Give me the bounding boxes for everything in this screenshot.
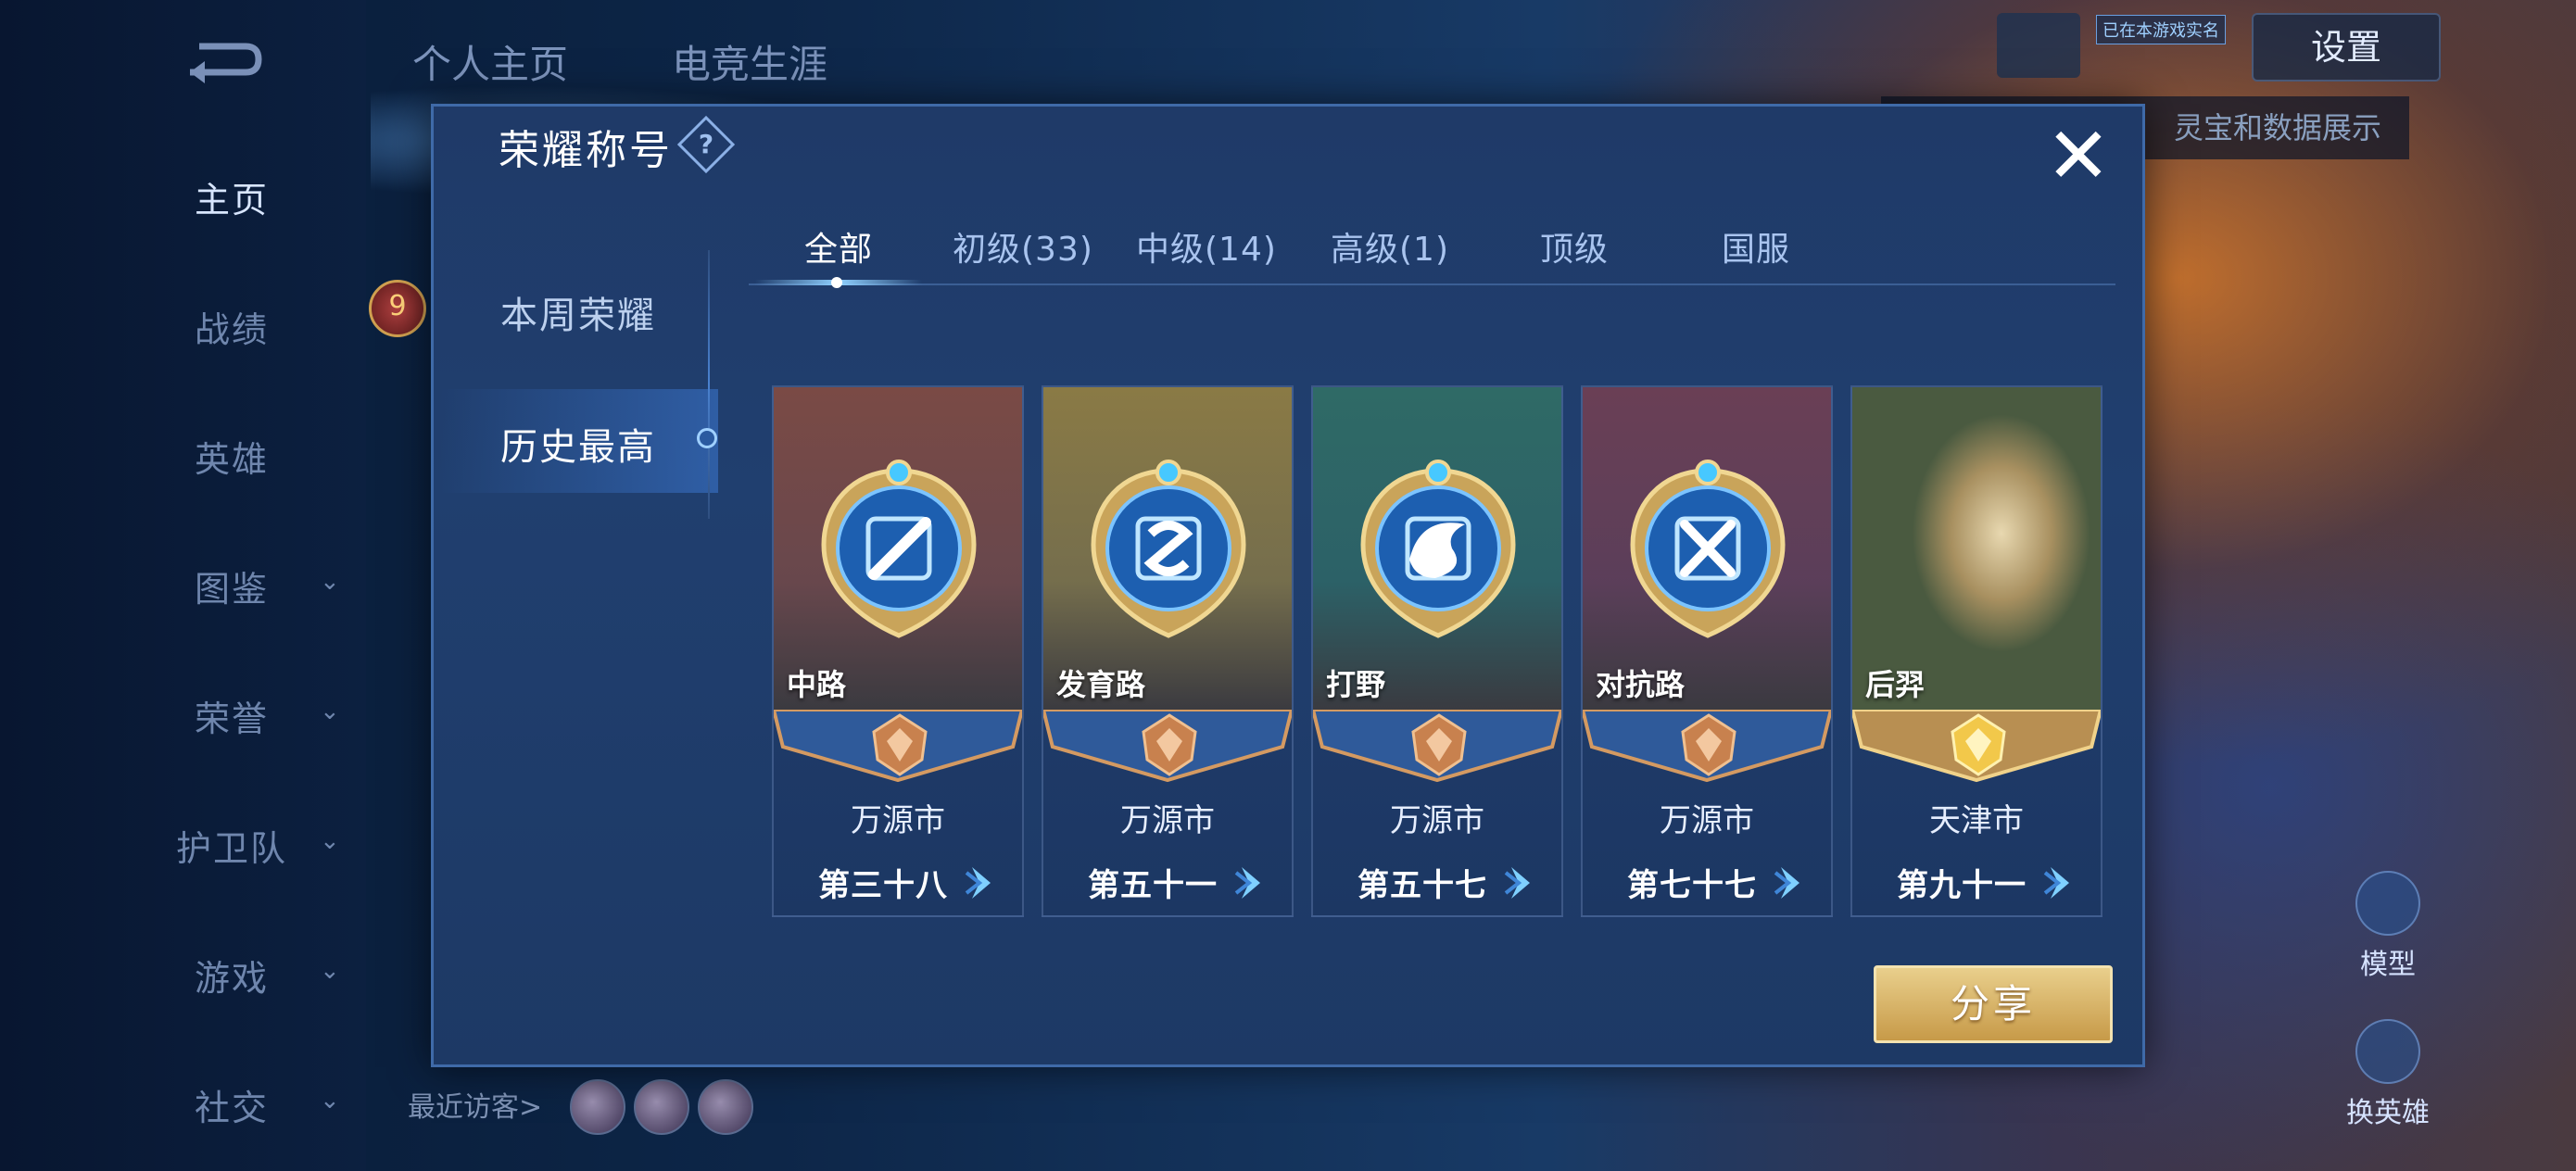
change-hero-button[interactable]: 换英雄 <box>2318 1019 2457 1130</box>
bronze-rank-icon <box>1411 713 1467 776</box>
dragon-icon <box>1360 460 1516 638</box>
menu-history-best[interactable]: 历史最高 <box>500 417 656 471</box>
chevron-right-icon <box>2043 867 2069 899</box>
card-place: 第三十八 <box>818 867 948 904</box>
chevron-down-icon: ⌄ <box>320 827 342 855</box>
chevron-down-icon: ⌄ <box>320 957 342 985</box>
card-name: 发育路 <box>1056 667 1146 702</box>
tab-national[interactable]: 国服 <box>1722 222 1790 271</box>
tab-active-dot <box>831 277 842 288</box>
tab-top[interactable]: 顶级 <box>1540 222 1609 271</box>
model-button[interactable]: 模型 <box>2318 871 2457 982</box>
sword-icon <box>821 460 977 638</box>
honor-card[interactable]: 后羿天津市第九十一 <box>1850 385 2102 917</box>
chevron-right-icon <box>965 867 991 899</box>
card-city: 万源市 <box>851 802 945 839</box>
card-place-link[interactable]: 第五十一 <box>1043 860 1292 906</box>
sidebar-item-label: 社交 <box>195 1088 270 1128</box>
visitor-avatar[interactable] <box>570 1079 625 1135</box>
model-label: 模型 <box>2360 949 2416 981</box>
sidebar-item-label: 游戏 <box>195 958 270 999</box>
card-place-link[interactable]: 第七十七 <box>1583 860 1831 906</box>
honor-card[interactable]: 发育路万源市第五十一 <box>1042 385 1294 917</box>
tab-junior[interactable]: 初级(33) <box>953 222 1093 271</box>
card-name: 对抗路 <box>1596 667 1686 702</box>
share-button[interactable]: 分享 <box>1874 965 2113 1043</box>
card-place-link[interactable]: 第三十八 <box>774 860 1022 906</box>
level-badge: 9 <box>369 280 426 337</box>
visitor-avatar[interactable] <box>634 1079 689 1135</box>
menu-weekly-honor[interactable]: 本周荣耀 <box>500 285 656 339</box>
tab-intermediate[interactable]: 中级(14) <box>1136 222 1277 271</box>
card-name: 中路 <box>787 667 847 702</box>
bronze-rank-icon <box>872 713 928 776</box>
sidebar-item-label: 战绩 <box>195 309 270 350</box>
card-place: 第五十一 <box>1088 867 1218 904</box>
sidebar-item-label: 英雄 <box>195 439 270 480</box>
card-place: 第七十七 <box>1627 867 1757 904</box>
card-city: 万源市 <box>1120 802 1215 839</box>
tab-esports-career[interactable]: 电竞生涯 <box>672 33 827 90</box>
tab-all[interactable]: 全部 <box>804 222 873 271</box>
sidebar-item-label: 图鉴 <box>195 569 270 610</box>
menu-divider <box>708 250 710 519</box>
sidebar-item-7[interactable]: 社交 ⌄ <box>195 1079 398 1135</box>
menu-active-dot <box>697 428 717 448</box>
visitor-avatar[interactable] <box>698 1079 753 1135</box>
card-city: 万源市 <box>1390 802 1484 839</box>
sidebar-item-label: 荣誉 <box>195 699 270 739</box>
card-place: 第五十七 <box>1357 867 1487 904</box>
change-hero-label: 换英雄 <box>2346 1097 2430 1129</box>
tab-senior[interactable]: 高级(1) <box>1331 222 1449 271</box>
tier-tabs: 全部 初级(33) 中级(14) 高级(1) 顶级 国服 <box>751 222 2113 287</box>
card-name: 后羿 <box>1865 667 1926 702</box>
crossed-swords-icon <box>1630 460 1786 638</box>
chevron-down-icon: ⌄ <box>320 568 342 596</box>
swirl-icon <box>1091 460 1246 638</box>
sidebar-item-label: 护卫队 <box>176 828 288 869</box>
change-hero-icon <box>2355 1019 2420 1084</box>
bell-button[interactable] <box>1997 13 2080 78</box>
tab-personal-home[interactable]: 个人主页 <box>412 33 568 90</box>
sidebar-item-6[interactable]: 游戏 ⌄ <box>195 950 398 1005</box>
bronze-rank-icon <box>1681 713 1736 776</box>
card-city: 万源市 <box>1660 802 1754 839</box>
dialog-title: 荣耀称号 <box>499 127 673 174</box>
card-place: 第九十一 <box>1897 867 2027 904</box>
realname-tag: 已在本游戏实名 <box>2096 15 2226 44</box>
honor-card[interactable]: 对抗路万源市第七十七 <box>1581 385 1833 917</box>
chevron-down-icon: ⌄ <box>320 1087 342 1114</box>
sidebar-item-3[interactable]: 图鉴 ⌄ <box>195 560 398 616</box>
sidebar-item-5[interactable]: 护卫队 ⌄ <box>176 820 380 875</box>
chevron-right-icon <box>1504 867 1530 899</box>
sidebar-item-1[interactable]: 战绩 <box>195 301 398 357</box>
card-place-link[interactable]: 第九十一 <box>1852 860 2101 906</box>
honor-card[interactable]: 中路万源市第三十八 <box>772 385 1024 917</box>
bronze-rank-icon <box>1142 713 1197 776</box>
chevron-right-icon <box>1234 867 1260 899</box>
settings-button[interactable]: 设置 <box>2252 13 2441 82</box>
close-icon[interactable]: ✕ <box>2043 117 2114 195</box>
card-place-link[interactable]: 第五十七 <box>1313 860 1561 906</box>
card-name: 打野 <box>1326 667 1386 702</box>
gold-rank-icon <box>1951 713 2006 776</box>
chevron-right-icon <box>1774 867 1799 899</box>
back-icon[interactable] <box>181 35 264 87</box>
model-icon <box>2355 871 2420 936</box>
tabs-underline <box>749 283 2115 285</box>
sidebar-item-2[interactable]: 英雄 <box>195 431 398 486</box>
help-glyph: ? <box>698 129 714 159</box>
card-city: 天津市 <box>1929 802 2024 839</box>
chevron-down-icon: ⌄ <box>320 698 342 725</box>
recent-visitors-link[interactable]: 最近访客> <box>408 1084 542 1125</box>
honor-card[interactable]: 打野万源市第五十七 <box>1311 385 1563 917</box>
sidebar-item-0[interactable]: 主页 <box>195 171 398 227</box>
sidebar-item-4[interactable]: 荣誉 ⌄ <box>195 690 398 746</box>
sidebar-item-label: 主页 <box>195 180 270 220</box>
